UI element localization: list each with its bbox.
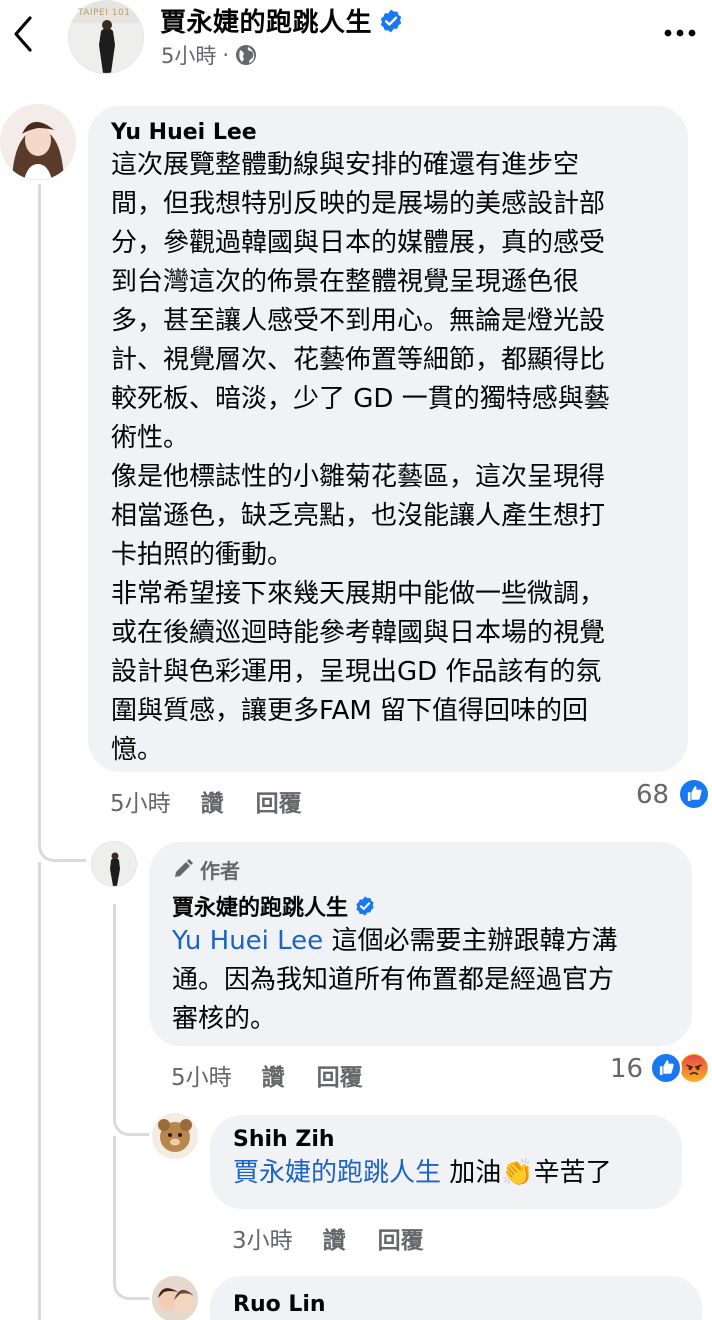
comment-line: 相當遜色，缺乏亮點，也沒能讓人產生想打: [111, 501, 606, 531]
verified-badge-icon: [356, 896, 374, 916]
more-options-icon[interactable]: [660, 18, 700, 48]
comment-line: 分，參觀過韓國與日本的媒體展，真的感受: [111, 228, 606, 258]
comment-line: 這次展覽整體動線與安排的確還有進步空: [111, 150, 580, 180]
reply-author[interactable]: 賈永婕的跑跳人生: [172, 890, 669, 922]
reply-thread-line: [113, 904, 116, 1114]
author-badge-label: 作者: [200, 858, 240, 883]
comment-text: 賈永婕的跑跳人生 加油👏辛苦了: [233, 1154, 659, 1193]
comment-line: 像是他標誌性的小雛菊花藝區，這次呈現得: [111, 462, 606, 492]
commenter-avatar[interactable]: [0, 104, 76, 180]
reply-thread-connector: [113, 1096, 149, 1136]
thread-line: [38, 184, 41, 824]
comment-line: 術性。: [111, 423, 190, 453]
commenter-avatar[interactable]: [152, 1276, 198, 1320]
comment-line: 計、視覺層次、花藝佈置等細節，都顯得比: [111, 345, 606, 375]
page-name[interactable]: 賈永婕的跑跳人生: [160, 8, 372, 38]
comment-line: 到台灣這次的佈景在整體視覺呈現遜色很: [111, 267, 580, 297]
post-meta: 5小時 ·: [161, 40, 257, 70]
comment-line: 憶。: [111, 735, 164, 765]
reaction-count[interactable]: 16: [610, 1054, 643, 1084]
comment-line: 或在後續巡迴時能參考韓國與日本場的視覺: [111, 618, 606, 648]
back-arrow-icon[interactable]: [8, 14, 38, 54]
meta-dot: ·: [222, 43, 230, 67]
comment-text: 這次展覽整體動線與安排的確還有進步空 間，但我想特別反映的是展場的美感設計部 分…: [111, 146, 666, 770]
reply-thread-line-lower: [113, 1136, 116, 1256]
comment-text-part: 辛苦了: [533, 1158, 612, 1188]
comment-author[interactable]: Shih Zih: [233, 1127, 659, 1152]
comment-actions: 3小時 讚 回覆: [232, 1221, 456, 1255]
comment-bubble: Yu Huei Lee 這次展覽整體動線與安排的確還有進步空 間，但我想特別反映…: [88, 106, 688, 772]
thread-connector: [38, 800, 86, 862]
like-button[interactable]: 讚: [323, 1221, 346, 1255]
commenter-avatar[interactable]: [152, 1113, 198, 1159]
comment-author[interactable]: Yu Huei Lee: [111, 120, 666, 145]
mention-link[interactable]: Yu Huei Lee: [172, 926, 323, 956]
page-title[interactable]: 賈永婕的跑跳人生: [160, 2, 404, 39]
author-badge: 作者: [172, 856, 669, 883]
angry-reaction-icon[interactable]: [678, 1052, 710, 1084]
verified-badge-icon: [380, 9, 402, 33]
comment-actions: 5小時 讚 回覆: [110, 784, 334, 818]
post-header: TAIPEI 101 賈永婕的跑跳人生 5小時 ·: [0, 0, 712, 86]
clapping-hands-icon: 👏: [501, 1158, 534, 1188]
reply-button[interactable]: 回覆: [317, 1058, 363, 1092]
comment-bubble: Ruo Lin: [210, 1276, 702, 1320]
author-avatar[interactable]: [91, 841, 137, 887]
comment-bubble: Shih Zih 賈永婕的跑跳人生 加油👏辛苦了: [210, 1115, 682, 1209]
comment-line: 非常希望接下來幾天展期中能做一些微調，: [111, 579, 606, 609]
comment-time[interactable]: 5小時: [110, 784, 171, 818]
comment-line: 卡拍照的衝動。: [111, 540, 294, 570]
comment-line: 圍與質感，讓更多FAM 留下值得回味的回: [111, 696, 589, 726]
thread-line-lower: [38, 862, 41, 1320]
reply-button[interactable]: 回覆: [378, 1221, 424, 1255]
reply-thread-connector-2: [113, 1256, 149, 1300]
reply-text-line: 通。因為我知道所有佈置都是經過官方: [172, 965, 615, 995]
like-button[interactable]: 讚: [201, 784, 224, 818]
comment-line: 間，但我想特別反映的是展場的美感設計部: [111, 189, 606, 219]
reply-bubble: 作者 賈永婕的跑跳人生 Yu Huei Lee 這個必需要主辦跟韓方溝 通。因為…: [149, 842, 692, 1046]
comment-time[interactable]: 3小時: [232, 1221, 293, 1255]
pencil-icon: [175, 859, 193, 877]
mention-link[interactable]: 賈永婕的跑跳人生: [233, 1158, 441, 1188]
reply-author-name[interactable]: 賈永婕的跑跳人生: [172, 890, 348, 922]
reply-text-line: 審核的。: [172, 1004, 277, 1034]
comment-line: 較死板、暗淡，少了 GD 一貫的獨特感與藝: [111, 384, 610, 414]
reaction-count[interactable]: 68: [636, 780, 669, 810]
like-reaction-icon[interactable]: [678, 778, 710, 810]
reply-text: Yu Huei Lee 這個必需要主辦跟韓方溝 通。因為我知道所有佈置都是經過官…: [172, 922, 669, 1039]
post-time[interactable]: 5小時: [161, 40, 216, 70]
reply-time[interactable]: 5小時: [171, 1058, 232, 1092]
comment-text-part: 加油: [441, 1158, 502, 1188]
comment-line: 多，甚至讓人感受不到用心。無論是燈光設: [111, 306, 606, 336]
page-avatar-logo-text: TAIPEI 101: [78, 8, 131, 18]
comment-line: 設計與色彩運用，呈現出GD 作品該有的氛: [111, 657, 602, 687]
globe-icon: [236, 45, 257, 65]
reply-text-line: 這個必需要主辦跟韓方溝: [323, 926, 618, 956]
reply-button[interactable]: 回覆: [256, 784, 302, 818]
like-reaction-icon[interactable]: [650, 1052, 682, 1084]
like-button[interactable]: 讚: [262, 1058, 285, 1092]
comment-author[interactable]: Ruo Lin: [233, 1292, 679, 1317]
reply-actions: 5小時 讚 回覆: [171, 1058, 395, 1092]
